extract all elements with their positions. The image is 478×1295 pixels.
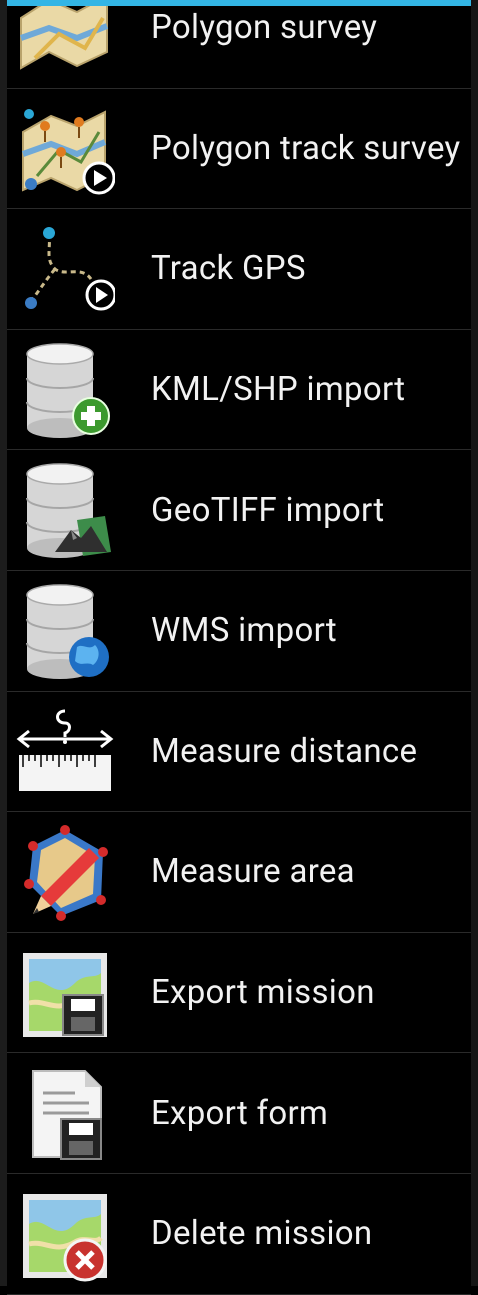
menu-item-track-gps[interactable]: Track GPS: [7, 209, 471, 330]
menu-list: Polygon survey Polygon track survey Trac…: [7, 0, 471, 1295]
track-gps-icon: [15, 219, 115, 319]
menu-item-measure-distance[interactable]: Measure distance: [7, 692, 471, 813]
menu-item-delete-mission[interactable]: Delete mission: [7, 1174, 471, 1295]
menu-item-label: Track GPS: [151, 249, 306, 289]
ruler-icon: [15, 701, 115, 801]
menu-item-label: Export mission: [151, 973, 375, 1013]
document-save-icon: [15, 1063, 115, 1163]
map-save-icon: [15, 943, 115, 1043]
menu-item-export-mission[interactable]: Export mission: [7, 933, 471, 1054]
menu-item-measure-area[interactable]: Measure area: [7, 812, 471, 933]
menu-item-polygon-survey[interactable]: Polygon survey: [7, 0, 471, 89]
database-image-icon: [15, 460, 115, 560]
menu-item-label: Export form: [151, 1093, 329, 1133]
polygon-survey-icon: [15, 0, 115, 78]
left-edge: [0, 0, 7, 1286]
menu-item-label: Polygon survey: [151, 8, 378, 48]
map-delete-icon: [15, 1184, 115, 1284]
menu-item-label: GeoTIFF import: [151, 490, 385, 530]
database-globe-icon: [15, 581, 115, 681]
menu-item-label: Measure distance: [151, 731, 418, 771]
area-pencil-icon: [15, 822, 115, 922]
menu-item-wms-import[interactable]: WMS import: [7, 571, 471, 692]
menu-item-geotiff-import[interactable]: GeoTIFF import: [7, 450, 471, 571]
menu-item-label: Polygon track survey: [151, 128, 461, 168]
menu-item-export-form[interactable]: Export form: [7, 1053, 471, 1174]
menu-item-label: Measure area: [151, 852, 355, 892]
menu-item-label: KML/SHP import: [151, 370, 406, 410]
top-accent-bar: [7, 0, 471, 6]
menu-item-label: Delete mission: [151, 1214, 373, 1254]
menu-item-kml-shp-import[interactable]: KML/SHP import: [7, 330, 471, 451]
menu-item-polygon-track-survey[interactable]: Polygon track survey: [7, 89, 471, 210]
menu-item-label: WMS import: [151, 611, 337, 651]
right-edge: [471, 0, 478, 1286]
database-add-icon: [15, 340, 115, 440]
polygon-track-survey-icon: [15, 98, 115, 198]
